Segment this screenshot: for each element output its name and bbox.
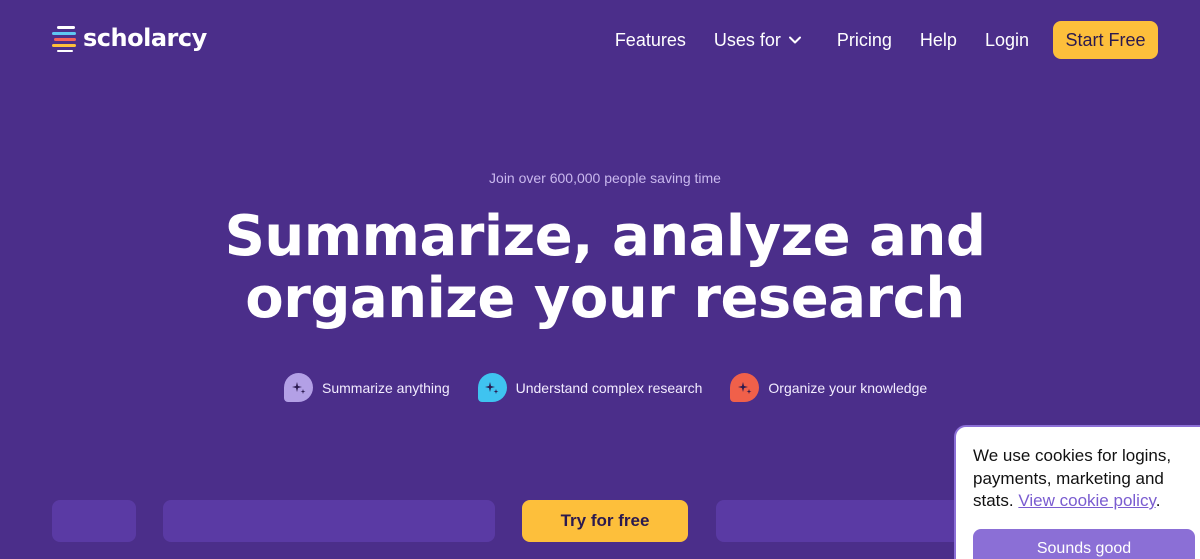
try-for-free-button[interactable]: Try for free bbox=[522, 500, 688, 542]
feature-item: Understand complex research bbox=[477, 373, 703, 402]
headline-line-2: organize your research bbox=[245, 266, 965, 331]
form-field-placeholder[interactable] bbox=[716, 500, 976, 542]
hero-tagline: Join over 600,000 people saving time bbox=[489, 170, 721, 186]
feature-item: Organize your knowledge bbox=[730, 373, 927, 402]
feature-label: Organize your knowledge bbox=[768, 379, 928, 396]
chevron-down-icon bbox=[788, 36, 801, 44]
sparkle-bubble-icon bbox=[477, 373, 507, 402]
headline-line-1: Summarize, analyze and bbox=[224, 204, 986, 269]
scholarcy-logo[interactable]: scholarcy bbox=[52, 24, 207, 52]
cookie-policy-link[interactable]: View cookie policy bbox=[1018, 491, 1155, 510]
feature-label: Summarize anything bbox=[322, 379, 450, 396]
sounds-good-button[interactable]: Sounds good bbox=[973, 529, 1195, 559]
nav-pricing-link[interactable]: Pricing bbox=[837, 30, 892, 51]
feature-item: Summarize anything bbox=[284, 373, 450, 402]
logo-mark-icon bbox=[52, 25, 77, 52]
nav-help-link[interactable]: Help bbox=[920, 30, 957, 51]
main-nav: Features Uses for Pricing Help Login Sta… bbox=[615, 21, 1158, 59]
cookie-banner: We use cookies for logins, payments, mar… bbox=[954, 425, 1200, 559]
form-field-placeholder[interactable] bbox=[163, 500, 495, 542]
sparkle-bubble-icon bbox=[284, 373, 313, 402]
brand-name: scholarcy bbox=[83, 24, 207, 52]
nav-login-link[interactable]: Login bbox=[985, 30, 1029, 51]
form-field-placeholder[interactable] bbox=[52, 500, 136, 542]
nav-uses-for-label: Uses for bbox=[713, 29, 781, 50]
feature-label: Understand complex research bbox=[515, 379, 703, 396]
cookie-text-end: . bbox=[1155, 491, 1161, 510]
start-free-button[interactable]: Start Free bbox=[1053, 21, 1158, 59]
nav-features-link[interactable]: Features bbox=[615, 30, 686, 51]
cookie-message: We use cookies for logins, payments, mar… bbox=[973, 445, 1183, 513]
nav-uses-for-dropdown[interactable]: Uses for bbox=[714, 30, 801, 51]
hero-headline: Summarize, analyze and organize your res… bbox=[0, 206, 1200, 330]
sparkle-bubble-icon bbox=[730, 373, 760, 402]
feature-list: Summarize anything Understand complex re… bbox=[284, 373, 927, 402]
